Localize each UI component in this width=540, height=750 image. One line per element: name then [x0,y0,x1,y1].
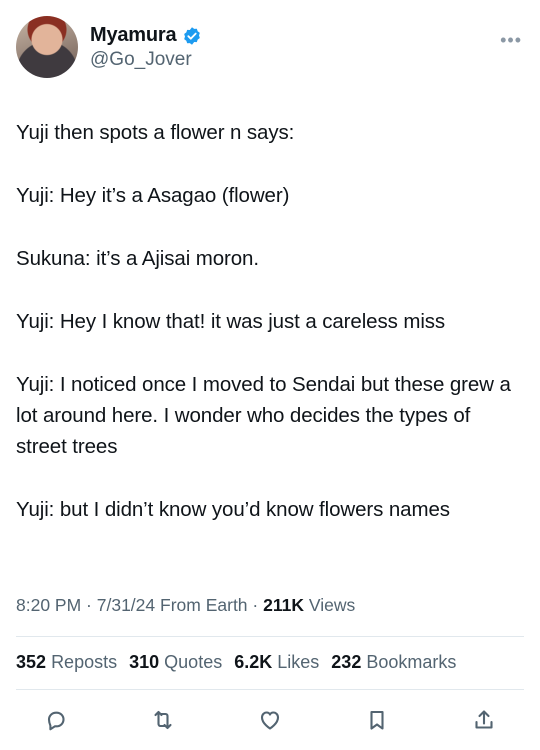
bookmark-button[interactable] [363,706,391,734]
views-label: Views [308,595,356,615]
bookmarks-stat[interactable]: 232 Bookmarks [331,652,456,673]
bookmarks-label: Bookmarks [366,652,457,672]
reply-icon [47,711,65,731]
verified-badge-icon [182,26,202,46]
reply-button[interactable] [42,706,70,734]
share-icon [475,710,493,729]
likes-count: 6.2K [234,652,273,672]
tweet-meta: 8:20 PM · 7/31/24 From Earth · 211K View… [16,595,356,615]
display-name-row: Myamura [90,24,202,47]
display-name[interactable]: Myamura [90,24,177,47]
more-options-icon[interactable]: ••• [500,30,522,51]
tweet-paragraph: Yuji: Hey it’s a Asagao (flower) [16,184,290,207]
tweet-paragraph: Sukuna: it’s a Ajisai moron. [16,247,259,270]
tweet-paragraph: Yuji then spots a flower n says: [16,121,295,144]
tweet-header: Myamura @Go_Jover ••• [16,16,524,80]
views-count: 211K [263,595,304,615]
bookmarks-count: 232 [331,652,362,672]
handle[interactable]: @Go_Jover [90,49,202,71]
tweet-paragraph: Yuji: but I didn’t know you’d know flowe… [16,498,450,521]
tweet-paragraph: Yuji: I noticed once I moved to Sendai b… [16,373,511,458]
tweet-text: Yuji then spots a flower n says: Yuji: H… [16,117,526,557]
tweet-source: From Earth [160,595,248,615]
tweet-date[interactable]: 7/31/24 [97,595,155,615]
quotes-stat[interactable]: 310 Quotes [129,652,222,673]
reposts-label: Reposts [51,652,118,672]
repost-icon [154,710,172,730]
share-button[interactable] [470,706,498,734]
divider [16,636,524,637]
likes-stat[interactable]: 6.2K Likes [234,652,319,673]
reposts-stat[interactable]: 352 Reposts [16,652,117,673]
divider [16,689,524,690]
repost-button[interactable] [149,706,177,734]
avatar[interactable] [16,16,78,78]
reposts-count: 352 [16,652,47,672]
like-button[interactable] [256,706,284,734]
action-bar [42,705,498,735]
tweet-time[interactable]: 8:20 PM [16,595,81,615]
likes-label: Likes [277,652,320,672]
heart-icon [260,711,280,730]
quotes-label: Quotes [164,652,223,672]
engagement-stats: 352 Reposts 310 Quotes 6.2K Likes 232 Bo… [16,652,456,673]
tweet-paragraph: Yuji: Hey I know that! it was just a car… [16,310,446,333]
author-names: Myamura @Go_Jover [90,24,202,71]
quotes-count: 310 [129,652,160,672]
bookmark-icon [370,710,384,730]
